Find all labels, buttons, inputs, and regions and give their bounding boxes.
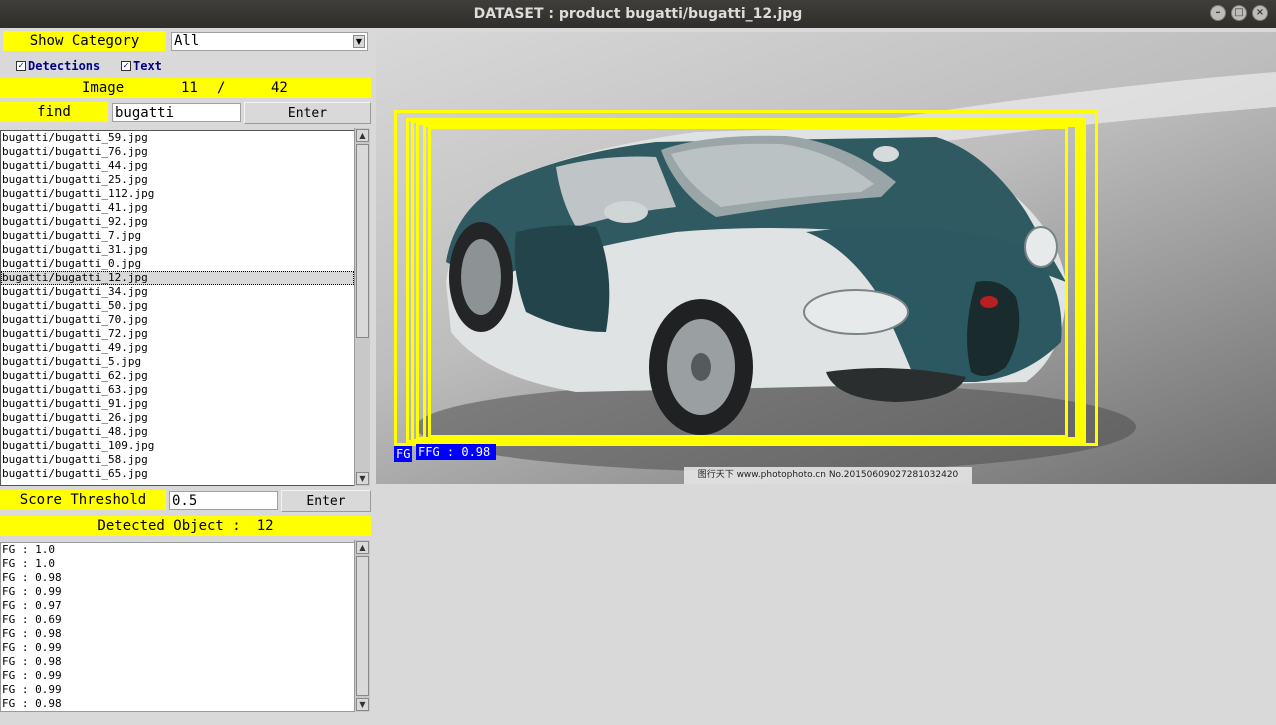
image-index: 11 (181, 80, 198, 96)
list-item[interactable]: FG : 1.0 (1, 557, 355, 571)
bounding-box (428, 126, 1068, 438)
list-item[interactable]: FG : 0.98 (1, 571, 355, 585)
scroll-thumb[interactable] (356, 556, 369, 696)
find-label: find (0, 102, 108, 122)
scroll-up-icon[interactable]: ▲ (356, 541, 369, 554)
detected-object-label: Detected Object : (97, 518, 241, 534)
list-item[interactable]: bugatti/bugatti_72.jpg (1, 327, 354, 341)
check-icon: ✓ (16, 61, 26, 71)
list-item[interactable]: bugatti/bugatti_62.jpg (1, 369, 354, 383)
scroll-up-icon[interactable]: ▲ (356, 129, 369, 142)
scroll-thumb[interactable] (356, 144, 369, 338)
list-item[interactable]: FG : 0.99 (1, 585, 355, 599)
list-item[interactable]: bugatti/bugatti_7.jpg (1, 229, 354, 243)
image-counter: Image 11 / 42 (0, 78, 371, 98)
detected-object-count: 12 (256, 518, 274, 534)
detections-label: Detections (28, 59, 101, 73)
list-item[interactable]: bugatti/bugatti_112.jpg (1, 187, 354, 201)
scroll-down-icon[interactable]: ▼ (356, 698, 369, 711)
detections-scrollbar[interactable]: ▲ ▼ (354, 540, 370, 712)
list-item[interactable]: bugatti/bugatti_26.jpg (1, 411, 354, 425)
list-item[interactable]: bugatti/bugatti_76.jpg (1, 145, 354, 159)
list-item[interactable]: bugatti/bugatti_44.jpg (1, 159, 354, 173)
window-title: DATASET : product bugatti/bugatti_12.jpg (473, 6, 803, 22)
text-checkbox[interactable]: ✓ Text (121, 59, 162, 73)
list-item[interactable]: bugatti/bugatti_0.jpg (1, 257, 354, 271)
list-item[interactable]: FG : 0.99 (1, 683, 355, 697)
list-item[interactable]: bugatti/bugatti_70.jpg (1, 313, 354, 327)
category-select[interactable]: All ▼ (171, 32, 368, 51)
maximize-icon[interactable]: □ (1231, 5, 1247, 21)
list-item[interactable]: bugatti/bugatti_65.jpg (1, 467, 354, 481)
file-list[interactable]: bugatti/bugatti_59.jpg bugatti/bugatti_76… (0, 130, 355, 486)
file-list-rows: bugatti/bugatti_59.jpg bugatti/bugatti_76… (1, 131, 354, 481)
list-item[interactable]: bugatti/bugatti_5.jpg (1, 355, 354, 369)
list-item[interactable]: FG : 0.69 (1, 613, 355, 627)
image-watermark: 图行天下 www.photophoto.cn No.20150609027281… (684, 467, 972, 484)
list-item[interactable]: bugatti/bugatti_92.jpg (1, 215, 354, 229)
list-item[interactable]: bugatti/bugatti_91.jpg (1, 397, 354, 411)
detected-object-bar: Detected Object : 12 (0, 516, 371, 536)
list-item[interactable]: FG : 1.0 (1, 543, 355, 557)
score-enter-button[interactable]: Enter (281, 490, 371, 512)
text-label: Text (133, 59, 162, 73)
list-item[interactable]: FG : 0.99 (1, 641, 355, 655)
list-item[interactable]: bugatti/bugatti_12.jpg (1, 271, 354, 285)
image-total: 42 (271, 80, 288, 96)
list-item[interactable]: bugatti/bugatti_48.jpg (1, 425, 354, 439)
window-titlebar: DATASET : product bugatti/bugatti_12.jpg… (0, 0, 1276, 28)
list-item[interactable]: FG : 0.99 (1, 669, 355, 683)
image-separator: / (217, 80, 226, 96)
list-item[interactable]: bugatti/bugatti_59.jpg (1, 131, 354, 145)
close-icon[interactable]: × (1252, 5, 1268, 21)
scroll-down-icon[interactable]: ▼ (356, 472, 369, 485)
list-item[interactable]: FG : 0.98 (1, 627, 355, 641)
detections-list[interactable]: FG : 1.0 FG : 1.0 FG : 0.98 FG : 0.99 FG : 0… (0, 542, 356, 712)
bbox-label-left: FG (394, 446, 413, 462)
list-item[interactable]: FG : 0.98 (1, 697, 355, 711)
check-icon: ✓ (121, 61, 131, 71)
category-value: All (174, 33, 200, 49)
list-item[interactable]: bugatti/bugatti_41.jpg (1, 201, 354, 215)
find-input[interactable]: bugatti (112, 103, 241, 122)
image-canvas[interactable]: FG FFG : 0.98 图行天下 www.photophoto.cn No.… (376, 32, 1276, 484)
list-item[interactable]: FG : 0.97 (1, 599, 355, 613)
list-item[interactable]: bugatti/bugatti_109.jpg (1, 439, 354, 453)
score-threshold-label: Score Threshold (0, 490, 166, 510)
list-item[interactable]: FG : 0.98 (1, 655, 355, 669)
detections-list-rows: FG : 1.0 FG : 1.0 FG : 0.98 FG : 0.99 FG : 0… (1, 543, 355, 711)
find-enter-button[interactable]: Enter (244, 102, 371, 124)
list-item[interactable]: bugatti/bugatti_63.jpg (1, 383, 354, 397)
list-item[interactable]: bugatti/bugatti_25.jpg (1, 173, 354, 187)
image-label: Image (82, 80, 125, 96)
list-item[interactable]: bugatti/bugatti_34.jpg (1, 285, 354, 299)
list-item[interactable]: bugatti/bugatti_58.jpg (1, 453, 354, 467)
detections-checkbox[interactable]: ✓ Detections (16, 59, 100, 73)
list-item[interactable]: bugatti/bugatti_50.jpg (1, 299, 354, 313)
list-item[interactable]: bugatti/bugatti_49.jpg (1, 341, 354, 355)
window-controls: – □ × (1210, 5, 1268, 21)
show-category-label: Show Category (3, 31, 166, 51)
minimize-icon[interactable]: – (1210, 5, 1226, 21)
list-item[interactable]: bugatti/bugatti_31.jpg (1, 243, 354, 257)
chevron-down-icon[interactable]: ▼ (353, 35, 365, 48)
score-threshold-input[interactable]: 0.5 (169, 491, 278, 510)
file-list-scrollbar[interactable]: ▲ ▼ (354, 128, 370, 486)
bbox-label-main: FFG : 0.98 (416, 444, 496, 460)
